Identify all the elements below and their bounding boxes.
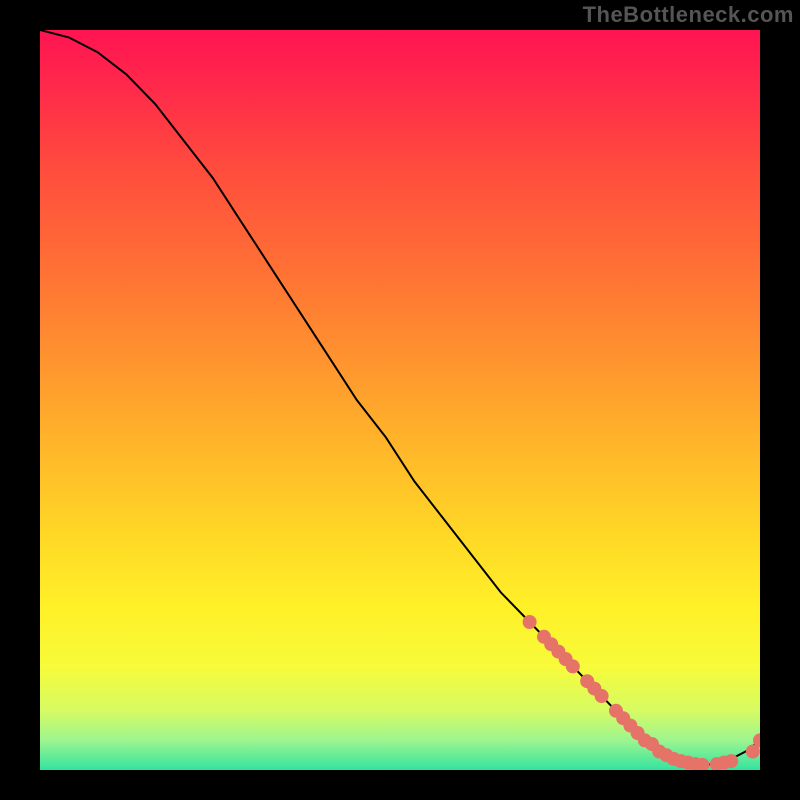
chart-frame: TheBottleneck.com <box>0 0 800 800</box>
highlight-point <box>724 754 738 768</box>
plot-background <box>40 30 760 770</box>
chart-svg <box>40 30 760 770</box>
highlight-point <box>595 689 609 703</box>
highlight-point <box>523 615 537 629</box>
highlight-point <box>566 659 580 673</box>
watermark-text: TheBottleneck.com <box>583 2 794 28</box>
